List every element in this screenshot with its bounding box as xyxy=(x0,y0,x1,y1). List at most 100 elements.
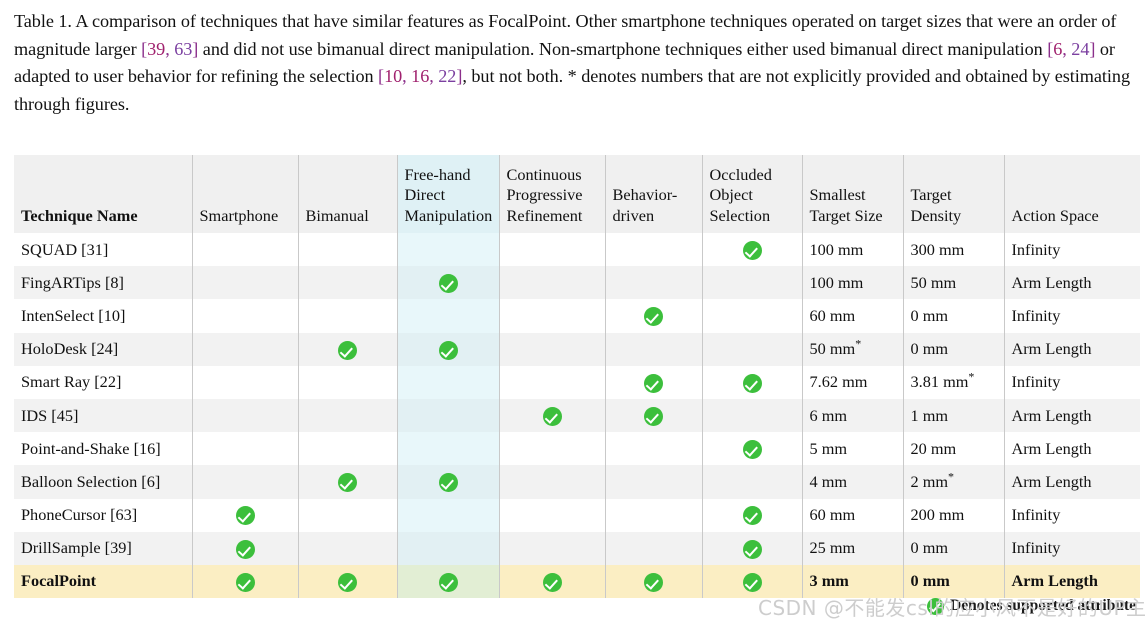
cell-technique-name: Point-and-Shake [16] xyxy=(14,432,193,466)
citation-ref-63[interactable]: 63 xyxy=(174,39,192,59)
cell-beh xyxy=(605,531,703,565)
cell-cont xyxy=(499,531,606,565)
cell-occ xyxy=(702,332,803,366)
cell-occ xyxy=(702,531,803,565)
check-circle-icon xyxy=(742,572,762,592)
citation-ref-22[interactable]: 22 xyxy=(438,66,456,86)
cell-occ xyxy=(702,465,803,499)
check-circle-icon xyxy=(438,473,458,493)
cell-phone xyxy=(192,332,299,366)
cell-action-space: Arm Length xyxy=(1004,266,1140,300)
column-header-free-hand-direct-manipulation: Free-hand Direct Manipulation xyxy=(397,155,500,233)
cell-beh xyxy=(605,299,703,333)
cell-bim xyxy=(298,465,398,499)
column-header-technique-name: Technique Name xyxy=(14,155,193,233)
table-row: IntenSelect [10] 60 mm 0 mm Infinity xyxy=(14,299,1140,333)
check-circle-icon xyxy=(644,307,663,327)
cell-target-density: 0 mm xyxy=(903,332,1005,366)
column-header-smartphone: Smartphone xyxy=(192,155,299,233)
estimated-asterisk: * xyxy=(948,469,955,484)
check-circle-icon xyxy=(338,473,357,493)
column-header-occluded-object-selection: Occluded Object Selection xyxy=(702,155,803,233)
cell-free xyxy=(397,365,500,399)
cell-action-space: Infinity xyxy=(1004,531,1140,565)
check-circle-icon xyxy=(742,506,762,526)
cell-smallest-target-size: 60 mm xyxy=(802,498,904,532)
cell-phone xyxy=(192,498,299,532)
column-header-behavior-driven: Behavior-driven xyxy=(605,155,703,233)
cell-technique-name: FocalPoint xyxy=(14,564,193,599)
cell-action-space: Infinity xyxy=(1004,299,1140,333)
comparison-table-wrapper: Technique Name Smartphone Bimanual Free-… xyxy=(14,155,1140,599)
check-circle-icon xyxy=(742,440,762,460)
cell-free xyxy=(397,299,500,333)
cell-free xyxy=(397,432,500,466)
caption-text-2: and did not use bimanual direct manipula… xyxy=(198,38,1048,59)
caption-label: Table 1. xyxy=(14,11,72,31)
check-circle-icon xyxy=(644,406,663,426)
cell-free xyxy=(397,233,500,267)
check-circle-icon xyxy=(742,539,762,559)
cell-occ xyxy=(702,299,803,333)
cell-bim xyxy=(298,564,398,599)
cell-action-space: Arm Length xyxy=(1004,432,1140,466)
cell-cont xyxy=(499,299,606,333)
cell-free xyxy=(397,332,500,366)
cell-occ xyxy=(702,564,803,599)
cell-target-density: 0 mm xyxy=(903,564,1005,599)
citation-10-16-22[interactable]: [10, 16, 22] xyxy=(378,66,462,86)
cell-phone xyxy=(192,531,299,565)
cell-action-space: Infinity xyxy=(1004,498,1140,532)
table-row: Point-and-Shake [16] 5 mm 20 mm Arm Length xyxy=(14,432,1140,466)
cell-technique-name: Smart Ray [22] xyxy=(14,365,193,399)
cell-smallest-target-size: 4 mm xyxy=(802,465,904,499)
legend-label: Denotes supported attribute xyxy=(950,597,1136,614)
cell-action-space: Infinity xyxy=(1004,233,1140,267)
cell-beh xyxy=(605,365,703,399)
citation-ref-39[interactable]: 39 xyxy=(147,39,165,59)
citation-ref-10[interactable]: 10 xyxy=(384,66,402,86)
table-caption: Table 1. A comparison of techniques that… xyxy=(14,8,1138,118)
citation-ref-6[interactable]: 6 xyxy=(1053,39,1062,59)
cell-smallest-target-size: 100 mm xyxy=(802,266,904,300)
check-circle-icon xyxy=(338,340,357,360)
check-circle-icon xyxy=(438,340,458,360)
cell-phone xyxy=(192,432,299,466)
cell-technique-name: FingARTips [8] xyxy=(14,266,193,300)
cell-free xyxy=(397,465,500,499)
cell-free xyxy=(397,531,500,565)
cell-free xyxy=(397,498,500,532)
check-circle-icon xyxy=(338,572,357,592)
cell-beh xyxy=(605,432,703,466)
citation-ref-24[interactable]: 24 xyxy=(1071,39,1089,59)
column-header-action-space: Action Space xyxy=(1004,155,1140,233)
cell-action-space: Arm Length xyxy=(1004,398,1140,433)
check-circle-icon xyxy=(742,240,762,260)
cell-target-density: 2 mm* xyxy=(903,465,1005,499)
citation-6-24[interactable]: [6, 24] xyxy=(1047,39,1095,59)
column-header-target-density: Target Density xyxy=(903,155,1005,233)
table-row: IDS [45] 6 mm 1 mm Arm Length xyxy=(14,398,1140,433)
cell-smallest-target-size: 60 mm xyxy=(802,299,904,333)
cell-bim xyxy=(298,498,398,532)
cell-cont xyxy=(499,564,606,599)
cell-cont xyxy=(499,233,606,267)
cell-cont xyxy=(499,432,606,466)
check-circle-icon xyxy=(438,572,458,592)
check-circle-icon xyxy=(542,406,562,426)
check-circle-icon xyxy=(235,572,255,592)
cell-action-space: Arm Length xyxy=(1004,564,1140,599)
cell-cont xyxy=(499,465,606,499)
cell-bim xyxy=(298,332,398,366)
cell-smallest-target-size: 3 mm xyxy=(802,564,904,599)
cell-target-density: 200 mm xyxy=(903,498,1005,532)
citation-ref-16[interactable]: 16 xyxy=(411,66,429,86)
table-row: SQUAD [31] 100 mm 300 mm Infinity xyxy=(14,233,1140,267)
citation-39-63[interactable]: [39, 63] xyxy=(141,39,198,59)
cell-bim xyxy=(298,432,398,466)
cell-technique-name: PhoneCursor [63] xyxy=(14,498,193,532)
cell-free xyxy=(397,266,500,300)
cell-target-density: 3.81 mm* xyxy=(903,365,1005,399)
table-row: FocalPoint 3 mm 0 mm Arm Length xyxy=(14,564,1140,599)
cell-phone xyxy=(192,233,299,267)
